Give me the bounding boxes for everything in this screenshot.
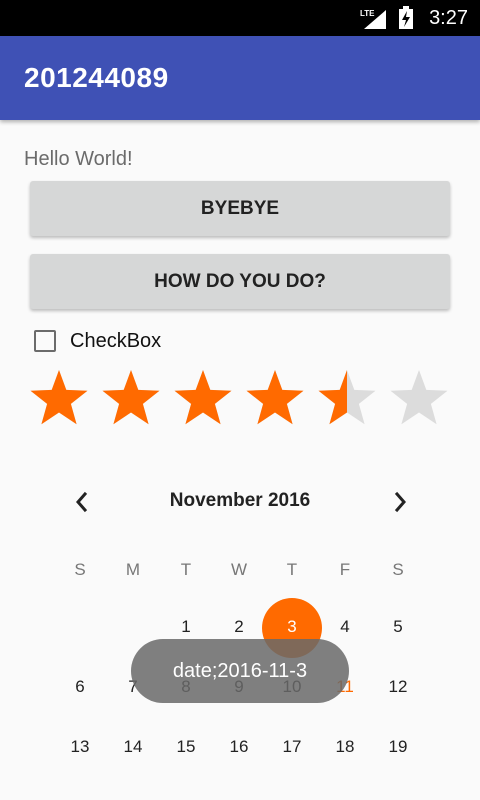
weekday-label: S xyxy=(74,560,86,579)
status-time: 3:27 xyxy=(429,7,468,29)
status-bar: LTE 3:27 xyxy=(0,0,480,36)
calendar-day[interactable]: 6 xyxy=(58,677,102,697)
weekday-label: S xyxy=(392,560,404,579)
svg-text:LTE: LTE xyxy=(360,9,375,18)
rating-bar[interactable] xyxy=(0,368,480,432)
rating-star-filled-icon xyxy=(102,370,160,425)
weekday-label: F xyxy=(339,560,351,579)
battery-icon xyxy=(399,6,413,29)
checkbox[interactable]: CheckBox xyxy=(34,326,161,356)
calendar-header: November 2016 xyxy=(0,482,480,522)
rating-star-filled-icon xyxy=(174,370,232,425)
calendar-day[interactable]: 2 xyxy=(217,617,261,637)
calendar-day[interactable]: 5 xyxy=(376,617,420,637)
app-bar: 201244089 xyxy=(0,36,480,120)
how-do-you-do-button[interactable]: HOW DO YOU DO? xyxy=(30,254,450,309)
calendar-day[interactable]: 19 xyxy=(376,737,420,757)
checkbox-label: CheckBox xyxy=(70,329,162,352)
calendar-day[interactable]: 16 xyxy=(217,737,261,757)
next-month-chevron-right-icon[interactable] xyxy=(386,488,414,516)
weekday-label: T xyxy=(180,560,192,579)
rating-star-icon[interactable] xyxy=(390,370,448,425)
byebye-button[interactable]: BYEBYE xyxy=(30,181,450,236)
weekday-label: W xyxy=(230,560,248,579)
weekday-label: M xyxy=(125,560,141,579)
calendar-day[interactable]: 13 xyxy=(58,737,102,757)
rating-star-filled-icon xyxy=(246,370,304,425)
calendar-day[interactable]: 4 xyxy=(323,617,367,637)
app-title: 201244089 xyxy=(24,62,169,93)
calendar-day[interactable]: 18 xyxy=(323,737,367,757)
weekday-label: T xyxy=(286,560,298,579)
calendar-day[interactable]: 1 xyxy=(164,617,208,637)
calendar-day[interactable]: 15 xyxy=(164,737,208,757)
hello-text: Hello World! xyxy=(24,148,133,170)
calendar-day[interactable]: 12 xyxy=(376,677,420,697)
rating-star-filled-icon xyxy=(30,370,88,425)
calendar-day[interactable]: 17 xyxy=(270,737,314,757)
toast-message: date;2016-11-3 xyxy=(131,639,349,703)
calendar-day[interactable]: 3 xyxy=(270,617,314,637)
lte-signal-icon: LTE xyxy=(360,9,386,29)
checkbox-box[interactable] xyxy=(34,330,56,352)
calendar-day[interactable]: 14 xyxy=(111,737,155,757)
